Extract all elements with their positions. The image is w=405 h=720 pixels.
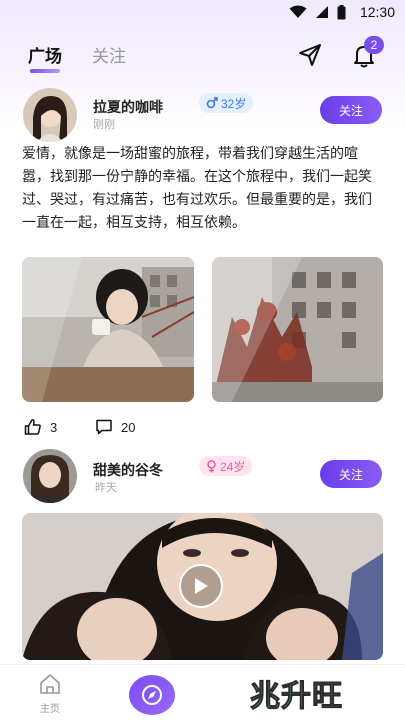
- post-time: 昨天: [95, 481, 117, 494]
- age-text: 32岁: [221, 96, 247, 111]
- send-icon: [299, 44, 321, 66]
- comment-count: 20: [121, 419, 136, 435]
- like-button[interactable]: 3: [24, 418, 57, 436]
- play-icon: [195, 578, 208, 594]
- post-username[interactable]: 拉夏的咖啡: [93, 97, 163, 117]
- play-button[interactable]: [179, 564, 223, 608]
- post-time: 刚刚: [93, 118, 115, 131]
- comment-icon: [96, 419, 112, 435]
- status-bar: 12:30: [0, 0, 405, 24]
- age-badge: 24岁: [199, 456, 253, 476]
- home-icon: [40, 674, 60, 694]
- tab-active-indicator: [30, 69, 60, 73]
- post-photo[interactable]: [22, 257, 194, 402]
- thumbs-up-icon: [24, 419, 41, 435]
- send-button[interactable]: [296, 41, 324, 69]
- status-time: 12:30: [359, 4, 395, 20]
- avatar[interactable]: [23, 449, 77, 503]
- top-header: 广场 关注 2: [0, 36, 405, 76]
- avatar[interactable]: [23, 88, 77, 142]
- tab-following[interactable]: 关注: [92, 42, 126, 67]
- nav-home-label: 主页: [40, 704, 60, 715]
- post-text: 爱情，就像是一场甜蜜的旅程，带着我们穿越生活的喧嚣，找到那一份宁静的幸福。在这个…: [22, 146, 372, 231]
- battery-icon: [337, 4, 346, 19]
- tab-label: 广场: [28, 47, 62, 67]
- brand-logo: 兆升旺: [250, 679, 343, 715]
- wifi-icon: [289, 5, 307, 18]
- nav-home[interactable]: 主页: [30, 673, 70, 715]
- follow-button[interactable]: 关注: [320, 460, 382, 488]
- post-username[interactable]: 甜美的谷冬: [93, 460, 163, 480]
- bottom-nav: 主页 兆升旺: [0, 664, 405, 720]
- comment-button[interactable]: 20: [95, 418, 135, 436]
- compass-icon: [142, 685, 162, 705]
- tab-label: 关注: [92, 47, 126, 67]
- nav-discover[interactable]: [129, 675, 175, 715]
- like-count: 3: [50, 419, 58, 435]
- post-photo[interactable]: [212, 257, 383, 402]
- notification-badge: 2: [364, 36, 384, 54]
- follow-button[interactable]: 关注: [320, 96, 382, 124]
- age-badge: 32岁: [199, 93, 254, 113]
- age-text: 24岁: [220, 459, 246, 474]
- signal-icon: [315, 6, 328, 18]
- female-icon: [207, 459, 216, 472]
- male-icon: [206, 97, 218, 109]
- tab-square[interactable]: 广场: [28, 42, 62, 73]
